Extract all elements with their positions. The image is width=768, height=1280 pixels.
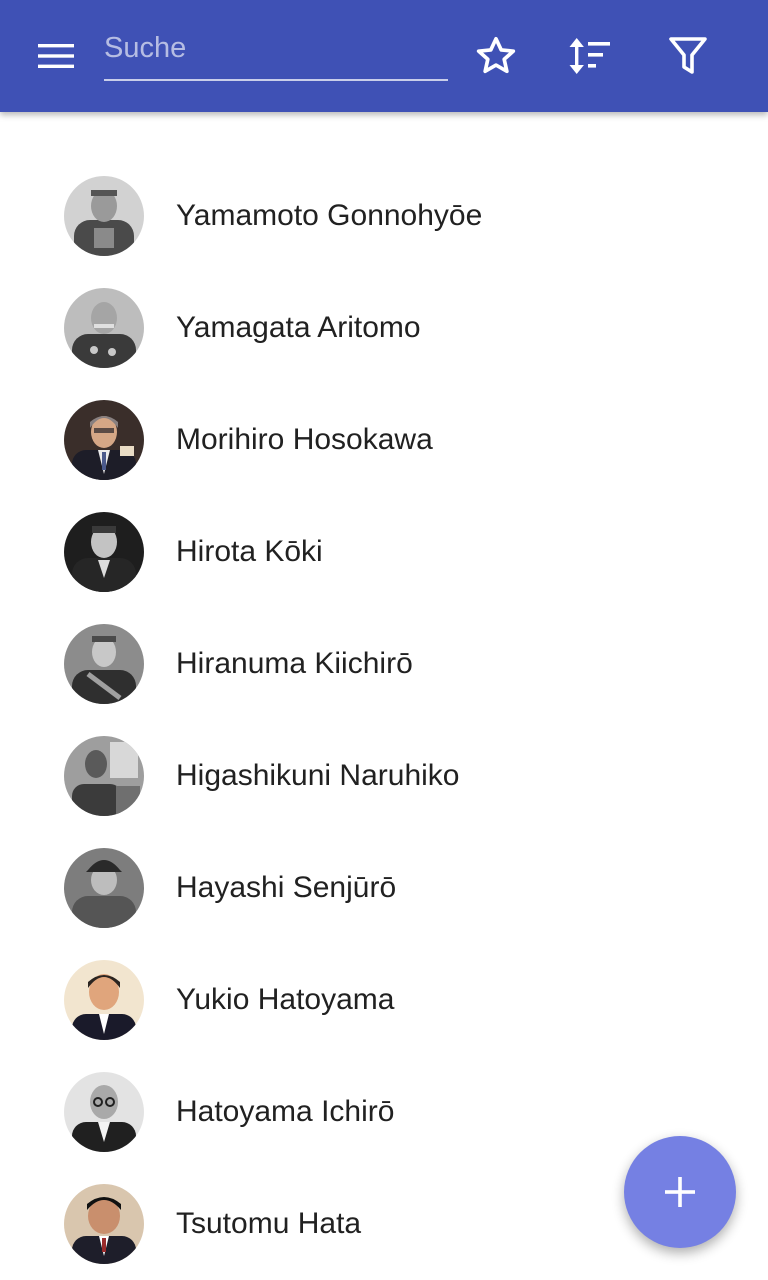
person-name: Hayashi Senjūrō [176,871,397,904]
person-name: Hirota Kōki [176,535,323,568]
app-bar [0,0,768,112]
avatar [64,288,144,368]
add-button[interactable] [624,1136,736,1248]
list-item[interactable]: Hiranuma Kiichirō [0,608,768,720]
person-name: Tsutomu Hata [176,1207,362,1240]
avatar [64,1184,144,1264]
list-item[interactable]: Hirota Kōki [0,496,768,608]
sort-icon [569,38,610,74]
avatar [64,1072,144,1152]
menu-button[interactable] [24,24,88,88]
search-field[interactable] [104,24,448,82]
person-name: Yukio Hatoyama [176,983,395,1016]
list-item[interactable]: Yukio Hatoyama [0,944,768,1056]
menu-icon [38,44,74,68]
person-name: Hiranuma Kiichirō [176,647,413,680]
list-item[interactable]: Higashikuni Naruhiko [0,720,768,832]
avatar [64,176,144,256]
person-name: Yamagata Aritomo [176,311,421,344]
person-list: Yamamoto Gonnohyōe Yamagata Aritomo Mori… [0,160,768,1280]
search-input[interactable] [104,24,448,72]
star-icon [476,36,516,74]
person-name: Hatoyama Ichirō [176,1095,395,1128]
person-name: Yamamoto Gonnohyōe [176,199,483,232]
list-item[interactable]: Hayashi Senjūrō [0,832,768,944]
avatar [64,624,144,704]
filter-icon [669,37,707,74]
favorites-button[interactable] [464,24,528,88]
avatar [64,736,144,816]
avatar [64,848,144,928]
avatar [64,512,144,592]
list-item[interactable]: Yamagata Aritomo [0,272,768,384]
filter-button[interactable] [656,24,720,88]
avatar [64,960,144,1040]
plus-icon [665,1177,695,1207]
list-item[interactable]: Yamamoto Gonnohyōe [0,160,768,272]
sort-button[interactable] [559,24,623,88]
list-item[interactable]: Morihiro Hosokawa [0,384,768,496]
search-underline [104,79,448,81]
person-name: Morihiro Hosokawa [176,423,433,456]
person-name: Higashikuni Naruhiko [176,759,460,792]
avatar [64,400,144,480]
